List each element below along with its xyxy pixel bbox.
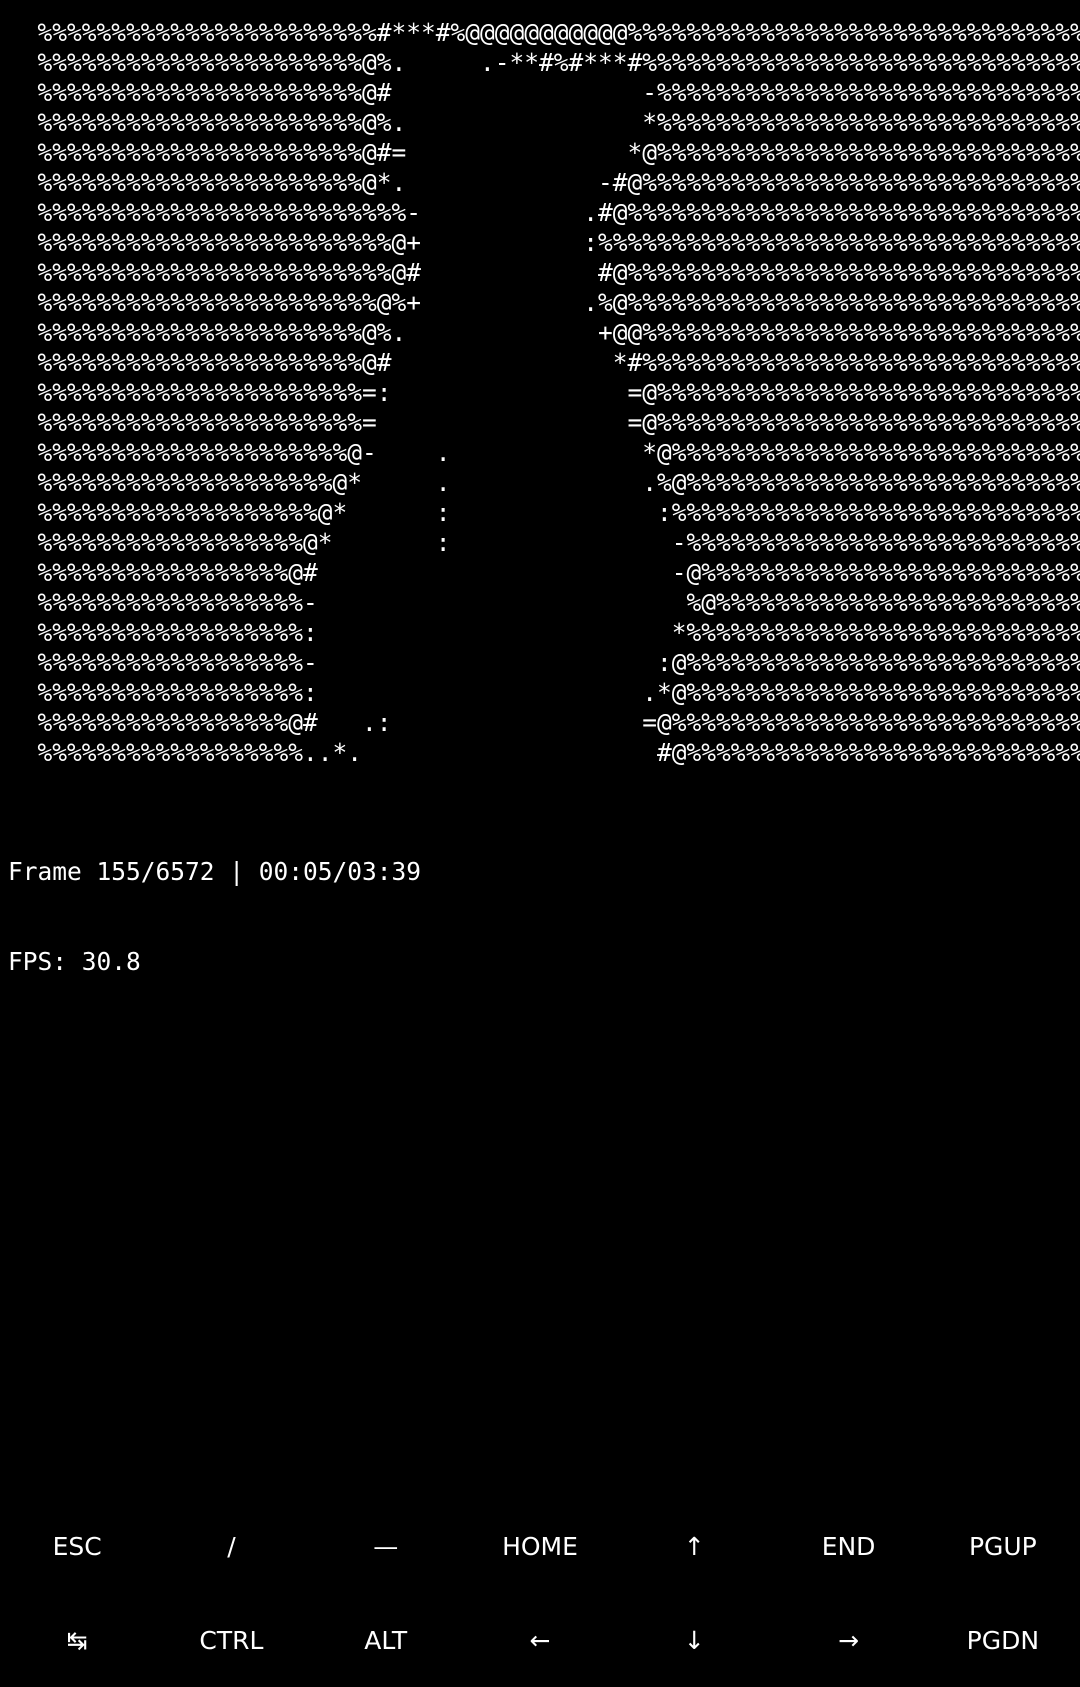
home-key[interactable]: HOME	[463, 1500, 617, 1594]
ascii-video-frame: %%%%%%%%%%%%%%%%%%%%%%%#***#%@@@@@@@@@@@…	[37, 18, 1080, 767]
arrow-up-key[interactable]: ↑	[617, 1500, 771, 1594]
terminal-screen[interactable]: %%%%%%%%%%%%%%%%%%%%%%%#***#%@@@@@@@@@@@…	[0, 0, 1080, 1500]
fps-readout: FPS: 30.8	[8, 947, 141, 976]
end-key[interactable]: END	[771, 1500, 925, 1594]
playback-status: Frame 155/6572 | 00:05/03:39 FPS: 30.8	[8, 797, 421, 1037]
arrow-right-key[interactable]: →	[771, 1594, 925, 1687]
pgdn-key[interactable]: PGDN	[926, 1594, 1080, 1687]
alt-key[interactable]: ALT	[309, 1594, 463, 1687]
arrow-down-key[interactable]: ↓	[617, 1594, 771, 1687]
tab-key[interactable]: ↹	[0, 1594, 154, 1687]
extra-keys-bar: ESC / — HOME ↑ END PGUP ↹ CTRL ALT ← ↓ →…	[0, 1500, 1080, 1687]
slash-key[interactable]: /	[154, 1500, 308, 1594]
pgup-key[interactable]: PGUP	[926, 1500, 1080, 1594]
esc-key[interactable]: ESC	[0, 1500, 154, 1594]
arrow-left-key[interactable]: ←	[463, 1594, 617, 1687]
frame-counter: Frame 155/6572 | 00:05/03:39	[8, 857, 422, 886]
dash-key[interactable]: —	[309, 1500, 463, 1594]
ctrl-key[interactable]: CTRL	[154, 1594, 308, 1687]
